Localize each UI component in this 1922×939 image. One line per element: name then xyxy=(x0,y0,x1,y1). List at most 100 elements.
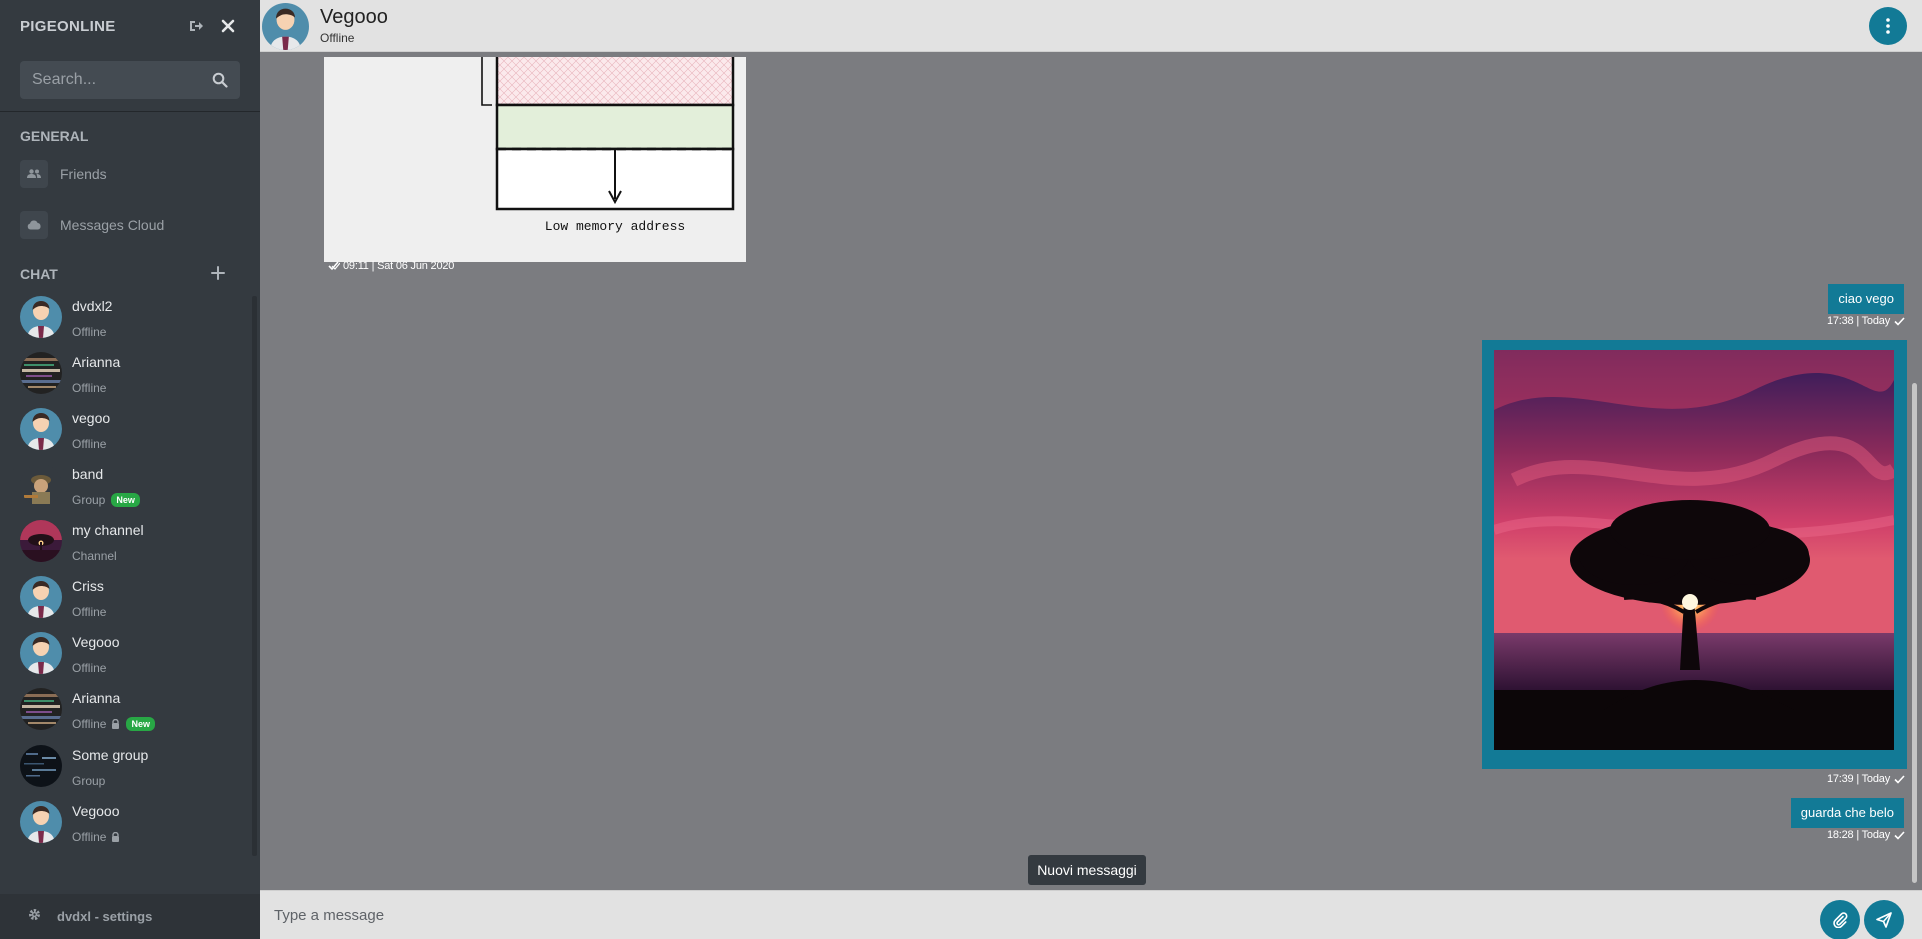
contact-status: Offline xyxy=(320,31,355,45)
chat-header: Vegooo Offline xyxy=(260,0,1922,52)
chat-name: dvdxl2 xyxy=(72,298,113,314)
chat-name: Arianna xyxy=(72,690,121,706)
kebab-icon xyxy=(1886,18,1890,34)
chat-item[interactable]: Arianna Offline New xyxy=(0,682,250,738)
send-button[interactable] xyxy=(1864,900,1904,939)
chat-status-text: Offline xyxy=(72,661,107,675)
lock-icon xyxy=(111,832,120,842)
chat-item[interactable]: dvdxl2 Offline xyxy=(0,290,250,346)
chat-item[interactable]: Arianna Offline xyxy=(0,346,250,402)
new-messages-button[interactable]: Nuovi messaggi xyxy=(1028,855,1146,885)
sunset-avatar xyxy=(20,520,62,562)
chat-name: Some group xyxy=(72,747,149,763)
send-icon xyxy=(1876,912,1892,928)
search-box xyxy=(20,61,240,99)
chat-status: Group xyxy=(72,774,105,788)
pattern-avatar xyxy=(20,688,62,730)
check-icon xyxy=(1894,316,1905,326)
sidebar-scrollbar[interactable] xyxy=(252,296,257,856)
chat-name: my channel xyxy=(72,522,144,538)
lock-icon xyxy=(111,719,120,729)
nav-messages-cloud[interactable]: Messages Cloud xyxy=(20,208,250,242)
chat-section-title: CHAT xyxy=(20,266,58,282)
messages-scrollbar[interactable] xyxy=(1910,53,1918,889)
add-chat-icon[interactable] xyxy=(208,263,228,283)
chat-item[interactable]: Some group Group xyxy=(0,739,250,795)
general-section-title: GENERAL xyxy=(20,128,89,144)
chat-item[interactable]: band Group New xyxy=(0,458,250,514)
chat-status: Group New xyxy=(72,493,140,507)
contact-name: Vegooo xyxy=(320,6,388,28)
person-avatar xyxy=(20,576,62,618)
double-check-icon xyxy=(328,261,340,271)
chat-status: Offline xyxy=(72,437,106,451)
message-timestamp: 18:28 | Today xyxy=(1827,829,1905,841)
chat-name: Arianna xyxy=(72,354,121,370)
search-input[interactable] xyxy=(20,71,200,89)
chat-status: Offline xyxy=(72,830,120,844)
search-icon[interactable] xyxy=(200,61,240,99)
app-brand: PIGEONLINE xyxy=(20,17,116,35)
memory-diagram-image: Low memory address xyxy=(481,57,735,234)
dark-avatar xyxy=(20,745,62,787)
chat-status-text: Offline xyxy=(72,717,107,731)
sidebar-header: PIGEONLINE xyxy=(0,0,260,52)
sidebar: PIGEONLINE GENERAL Friends Messages Clou… xyxy=(0,0,260,939)
attach-button[interactable] xyxy=(1820,900,1860,939)
logout-icon[interactable] xyxy=(184,14,208,38)
person-avatar xyxy=(20,408,62,450)
outgoing-message-bubble[interactable]: guarda che belo xyxy=(1790,798,1904,828)
diagram-caption: Low memory address xyxy=(545,219,685,234)
chat-name: vegoo xyxy=(72,410,111,426)
settings-button[interactable]: dvdxl - settings xyxy=(0,894,260,939)
chat-status-text: Offline xyxy=(72,830,107,844)
chat-item[interactable]: Criss Offline xyxy=(0,570,250,626)
message-timestamp: 09:11 | Sat 06 Jun 2020 xyxy=(328,260,454,272)
band-avatar xyxy=(20,464,62,506)
person-avatar xyxy=(20,801,62,843)
chat-item[interactable]: Vegooo Offline xyxy=(0,795,250,851)
outgoing-message-bubble[interactable]: ciao vego xyxy=(1828,284,1904,314)
chat-status: Offline xyxy=(72,605,106,619)
outgoing-image-message[interactable] xyxy=(1482,340,1907,769)
chat-status-text: Offline xyxy=(72,381,107,395)
message-area: Low memory address 09:11 | Sat 06 Jun 20… xyxy=(260,53,1922,889)
chat-status: Offline xyxy=(72,381,106,395)
pattern-avatar xyxy=(20,352,62,394)
close-icon[interactable] xyxy=(216,14,240,38)
new-badge: New xyxy=(126,717,155,731)
chat-status-text: Offline xyxy=(72,437,107,451)
scrollbar-thumb[interactable] xyxy=(1912,383,1917,883)
person-avatar xyxy=(20,632,62,674)
nav-friends[interactable]: Friends xyxy=(20,157,250,191)
incoming-image-message[interactable]: Low memory address xyxy=(324,57,746,262)
chat-status-text: Offline xyxy=(72,325,107,339)
chat-status-text: Group xyxy=(72,774,106,788)
chat-status-text: Offline xyxy=(72,605,107,619)
chat-item[interactable]: my channel Channel xyxy=(0,514,250,570)
chat-name: band xyxy=(72,466,104,482)
timestamp-text: 18:28 | Today xyxy=(1826,829,1890,841)
chat-name: Vegooo xyxy=(72,634,120,650)
cloud-icon xyxy=(20,211,48,239)
check-icon xyxy=(1894,830,1905,840)
message-input[interactable] xyxy=(274,900,1774,930)
chat-status: Offline xyxy=(72,661,106,675)
timestamp-text: 17:38 | Today xyxy=(1826,315,1890,327)
nav-messages-cloud-label: Messages Cloud xyxy=(60,217,165,233)
chat-status: Offline New xyxy=(72,717,155,731)
nav-friends-label: Friends xyxy=(60,166,107,182)
person-avatar[interactable] xyxy=(262,3,309,50)
settings-label: dvdxl - settings xyxy=(57,909,153,924)
chat-name: Criss xyxy=(72,578,104,594)
chat-item[interactable]: Vegooo Offline xyxy=(0,626,250,682)
chat-item[interactable]: vegoo Offline xyxy=(0,402,250,458)
check-icon xyxy=(1894,774,1905,784)
more-options-button[interactable] xyxy=(1869,7,1907,45)
chat-status: Offline xyxy=(72,325,106,339)
timestamp-text: 09:11 | Sat 06 Jun 2020 xyxy=(343,260,455,272)
message-composer xyxy=(260,890,1922,939)
message-timestamp: 17:39 | Today xyxy=(1827,773,1905,785)
gear-icon xyxy=(28,908,41,926)
person-avatar xyxy=(20,296,62,338)
